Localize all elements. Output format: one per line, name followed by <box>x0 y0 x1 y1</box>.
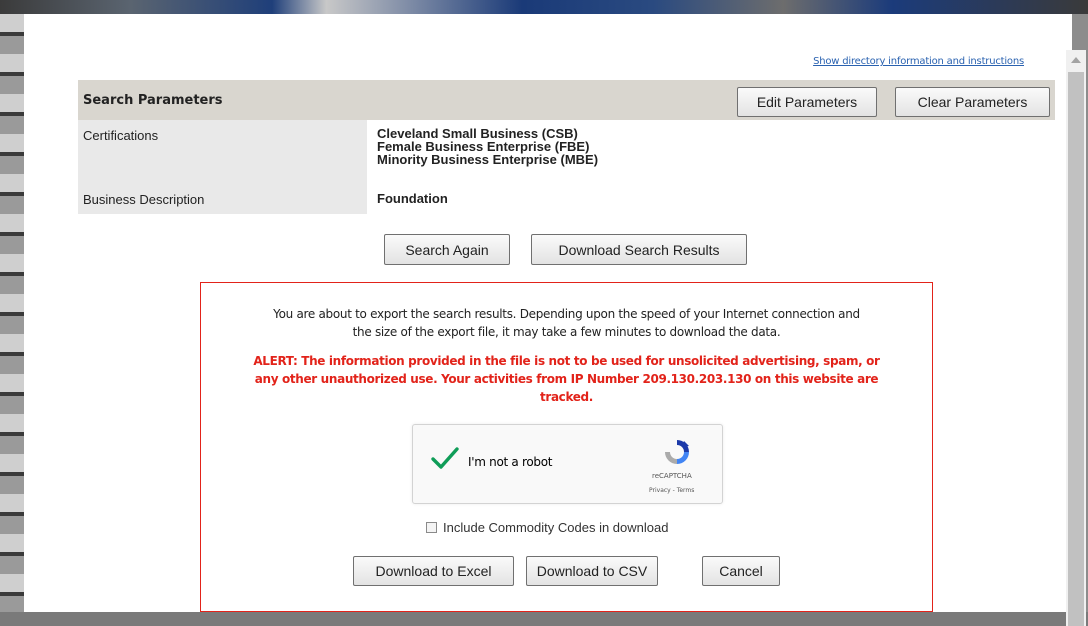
commodity-codes-option[interactable]: Include Commodity Codes in download <box>426 520 668 535</box>
export-panel: You are about to export the search resul… <box>200 282 933 612</box>
search-again-button[interactable]: Search Again <box>384 234 510 265</box>
scroll-up-arrow-icon[interactable] <box>1066 50 1086 70</box>
certifications-value: Cleveland Small Business (CSB) Female Bu… <box>367 120 1055 186</box>
business-description-label: Business Description <box>78 186 367 214</box>
vertical-scrollbar[interactable] <box>1066 50 1086 626</box>
download-csv-button[interactable]: Download to CSV <box>526 556 658 586</box>
export-message-line: You are about to export the search resul… <box>273 307 860 321</box>
search-parameters-header: Search Parameters Edit Parameters Clear … <box>78 80 1055 120</box>
clear-parameters-button[interactable]: Clear Parameters <box>895 87 1050 117</box>
recaptcha-widget[interactable]: I'm not a robot reCAPTCHA Privacy - Term… <box>412 424 723 504</box>
search-parameters-panel: Search Parameters Edit Parameters Clear … <box>78 80 1055 214</box>
download-search-results-button[interactable]: Download Search Results <box>531 234 747 265</box>
alert-line: ALERT: The information provided in the f… <box>253 354 880 368</box>
alert-line: tracked. <box>539 390 593 404</box>
recaptcha-brand: reCAPTCHA <box>652 472 692 480</box>
export-dialog: Show directory information and instructi… <box>24 14 1086 626</box>
recaptcha-terms-link[interactable]: Privacy - Terms <box>649 487 694 494</box>
search-parameters-title: Search Parameters <box>83 92 223 108</box>
recaptcha-logo-icon <box>662 437 692 472</box>
download-excel-button[interactable]: Download to Excel <box>353 556 514 586</box>
scrollbar-thumb[interactable] <box>1068 72 1084 626</box>
certifications-row: Certifications Cleveland Small Business … <box>78 120 1055 186</box>
edit-parameters-button[interactable]: Edit Parameters <box>737 87 877 117</box>
directory-info-link[interactable]: Show directory information and instructi… <box>813 56 1024 67</box>
commodity-codes-label: Include Commodity Codes in download <box>443 520 669 535</box>
commodity-codes-checkbox[interactable] <box>426 522 437 533</box>
certifications-label: Certifications <box>78 120 367 186</box>
cancel-button[interactable]: Cancel <box>702 556 780 586</box>
captcha-label: I'm not a robot <box>468 455 553 469</box>
background-page-left <box>0 14 24 612</box>
business-description-row: Business Description Foundation <box>78 186 1055 214</box>
alert-message: ALERT: The information provided in the f… <box>201 352 932 406</box>
alert-line: any other unauthorized use. Your activit… <box>254 372 879 386</box>
export-message: You are about to export the search resul… <box>201 305 932 341</box>
export-message-line: the size of the export file, it may take… <box>352 325 781 339</box>
business-description-value: Foundation <box>377 191 448 206</box>
background-page-header <box>0 0 1088 14</box>
checkmark-icon[interactable] <box>430 446 460 475</box>
certification-item: Minority Business Enterprise (MBE) <box>377 152 599 167</box>
